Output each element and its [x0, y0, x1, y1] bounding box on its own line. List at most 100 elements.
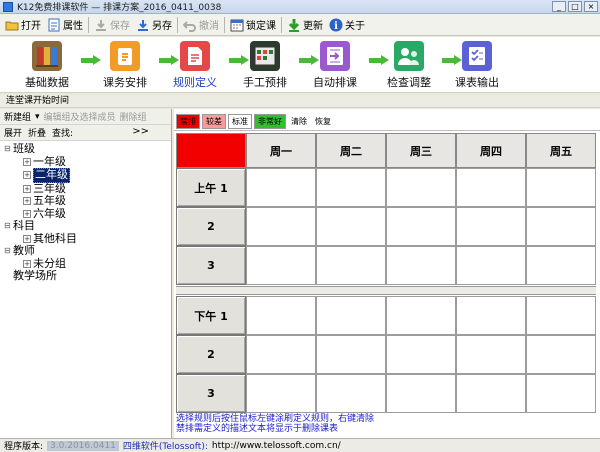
minimize-button[interactable]: _ [552, 1, 566, 12]
timetable-cell[interactable] [456, 168, 526, 207]
tree-item[interactable]: + 一年级 [4, 154, 171, 169]
tree-item[interactable]: + 三年级 [4, 182, 171, 196]
tree-item[interactable]: + 二年级 [4, 168, 171, 183]
plus-box-icon[interactable]: + [23, 184, 31, 193]
expand-toggle-icon[interactable]: ⊟ [4, 143, 13, 156]
timetable-cell[interactable] [246, 374, 316, 413]
step-check-adjust[interactable]: 检查调整 [372, 41, 446, 90]
period-header[interactable]: 3 [176, 374, 246, 413]
plus-box-icon[interactable]: + [23, 209, 31, 218]
timetable-cell[interactable] [386, 296, 456, 335]
timetable-cell[interactable] [456, 296, 526, 335]
day-header[interactable]: 周四 [456, 133, 526, 168]
timetable-cell[interactable] [316, 374, 386, 413]
tree-item[interactable]: + 五年级 [4, 194, 171, 208]
more-chevron-icon[interactable]: >> [132, 126, 149, 137]
expand-toggle-icon[interactable]: ⊟ [4, 220, 13, 233]
tree-group-node[interactable]: 教学场所 [4, 269, 171, 283]
step-manual-schedule[interactable]: 手工预排 [228, 41, 302, 90]
step-course-arrange[interactable]: 课务安排 [88, 41, 162, 90]
timetable-cell[interactable] [316, 168, 386, 207]
tree-group-node[interactable]: ⊟ 科目 [4, 219, 171, 233]
day-header[interactable]: 周一 [246, 133, 316, 168]
period-header[interactable]: 2 [176, 335, 246, 374]
app-icon [3, 1, 13, 12]
timetable-cell[interactable] [316, 246, 386, 285]
period-header[interactable]: 下午 1 [176, 296, 246, 335]
properties-button[interactable]: 属性 [44, 15, 86, 35]
timetable-cell[interactable] [456, 207, 526, 246]
tree-node-label: 六年级 [33, 206, 66, 220]
timetable-cell[interactable] [246, 168, 316, 207]
step-label: 检查调整 [387, 76, 431, 89]
legend-chip[interactable]: 较差 [202, 113, 226, 129]
timetable-cell[interactable] [456, 335, 526, 374]
plus-box-icon[interactable]: + [23, 157, 31, 166]
plus-box-icon[interactable]: + [23, 171, 31, 180]
day-header[interactable]: 周二 [316, 133, 386, 168]
timetable-cell[interactable] [246, 207, 316, 246]
dropdown-arrow-icon[interactable]: ▾ [35, 112, 40, 122]
plus-box-icon[interactable]: + [23, 234, 31, 243]
day-header[interactable]: 周三 [386, 133, 456, 168]
timetable-cell[interactable] [526, 207, 596, 246]
step-auto-schedule[interactable]: 自动排课 [298, 41, 372, 90]
legend-chip[interactable]: 标准 [228, 113, 252, 129]
tree-group-node[interactable]: ⊟ 班级 [4, 142, 171, 156]
period-header[interactable]: 3 [176, 246, 246, 285]
collapse-button[interactable]: 折叠 [28, 126, 46, 139]
maximize-button[interactable]: □ [568, 1, 582, 12]
timetable-cell[interactable] [316, 335, 386, 374]
save-as-button[interactable]: 另存 [133, 15, 175, 35]
timetable-cell[interactable] [386, 335, 456, 374]
timetable-cell[interactable] [386, 374, 456, 413]
check-adjust-icon [394, 41, 424, 71]
period-header[interactable]: 2 [176, 207, 246, 246]
timetable-cell[interactable] [456, 374, 526, 413]
timetable-cell[interactable] [316, 296, 386, 335]
timetable-cell[interactable] [386, 168, 456, 207]
plus-box-icon[interactable]: + [23, 259, 31, 268]
tree-node-label: 一年级 [33, 154, 66, 168]
timetable-cell[interactable] [316, 207, 386, 246]
step-timetable-output[interactable]: 课表输出 [440, 41, 514, 90]
step-basic-data[interactable]: 基础数据 [10, 41, 84, 90]
timetable-cell[interactable] [456, 246, 526, 285]
timetable-cell[interactable] [386, 246, 456, 285]
company-url[interactable]: http://www.telossoft.com.cn/ [212, 441, 341, 451]
timetable-cell[interactable] [246, 246, 316, 285]
update-button[interactable]: 更新 [284, 15, 326, 35]
timetable-cell[interactable] [246, 335, 316, 374]
expand-toggle-icon[interactable]: ⊟ [4, 245, 13, 258]
timetable-cell[interactable] [526, 168, 596, 207]
edit-members-button[interactable]: 编辑组及选择成员 [44, 110, 116, 123]
timetable-cell[interactable] [526, 335, 596, 374]
about-label: 关于 [345, 21, 365, 32]
legend-chip[interactable]: 清除 [288, 114, 310, 129]
expand-button[interactable]: 展开 [4, 126, 22, 139]
timetable-cell[interactable] [526, 374, 596, 413]
legend-chip[interactable]: 禁排 [176, 113, 200, 129]
hint-line: 禁排需定义的描述文本将显示于删除课表 [176, 423, 339, 434]
undo-button[interactable]: 撤消 [180, 15, 222, 35]
period-header[interactable]: 上午 1 [176, 168, 246, 207]
grid-corner[interactable] [176, 133, 246, 168]
new-group-button[interactable]: 新建组 [4, 110, 31, 123]
timetable-cell[interactable] [246, 296, 316, 335]
day-header[interactable]: 周五 [526, 133, 596, 168]
about-button[interactable]: i 关于 [326, 15, 368, 35]
timetable-cell[interactable] [526, 296, 596, 335]
timetable-cell[interactable] [386, 207, 456, 246]
step-label: 自动排课 [313, 76, 357, 89]
legend-chip[interactable]: 恢复 [312, 114, 334, 129]
timetable-cell[interactable] [526, 246, 596, 285]
tree-group-node[interactable]: ⊟ 教师 [4, 244, 171, 258]
save-button[interactable]: 保存 [91, 15, 133, 35]
legend-chip[interactable]: 非常好 [254, 113, 286, 129]
step-rules-define[interactable]: 规则定义 [158, 41, 232, 90]
close-button[interactable]: × [584, 1, 598, 12]
delete-group-button[interactable]: 删除组 [120, 110, 147, 123]
lock-course-button[interactable]: 锁定课 [227, 15, 279, 35]
open-button[interactable]: 打开 [2, 15, 44, 35]
plus-box-icon[interactable]: + [23, 197, 31, 206]
